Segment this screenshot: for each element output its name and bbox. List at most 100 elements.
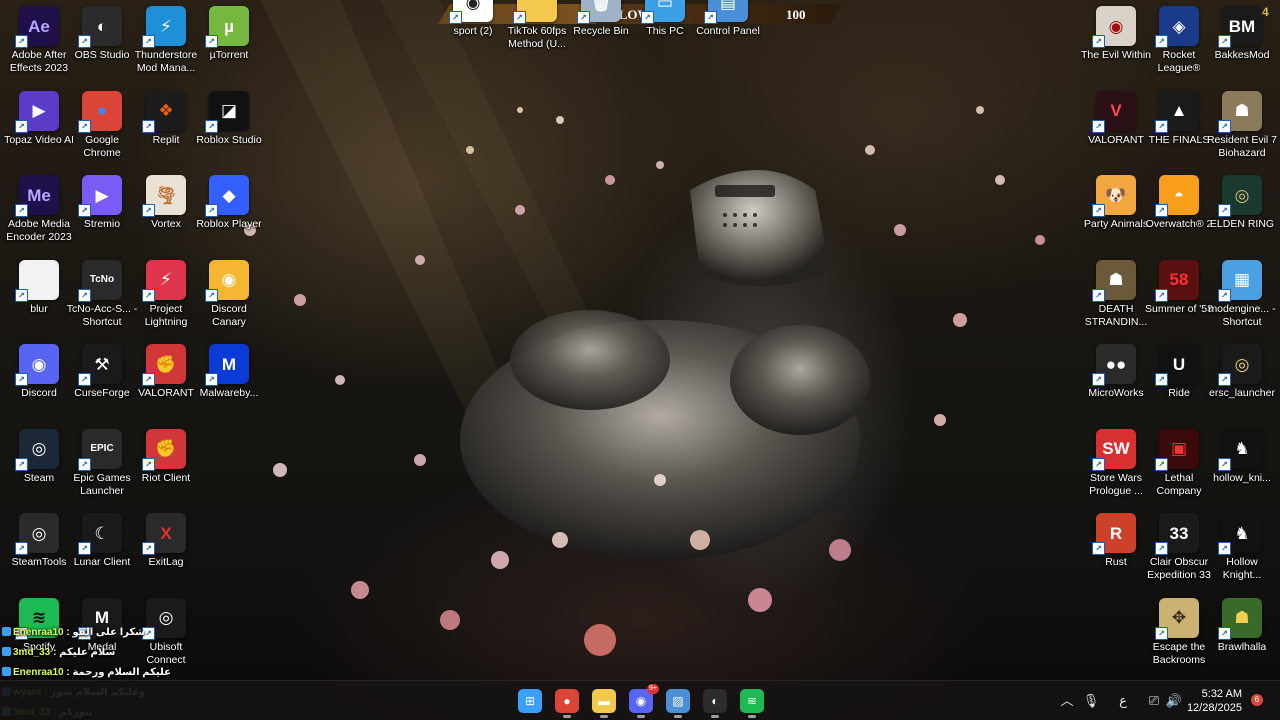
desktop-icon-label: Recycle Bin [573, 25, 629, 37]
valorant-riot-icon: ✊ ↗ [142, 344, 186, 386]
lunar-client-icon: ☾ ↗ [78, 513, 122, 555]
desktop-icon-label: Resident Evil 7 Biohazard [1206, 133, 1278, 159]
utorrent-icon: µ ↗ [205, 6, 249, 48]
this-pc-icon: ▭ ↗ [641, 0, 685, 24]
shortcut-arrow-icon: ↗ [78, 373, 91, 386]
desktop-icon-obs[interactable]: ◐ ↗ OBS Studio [65, 2, 139, 84]
replit-icon: ❖ ↗ [142, 90, 186, 133]
shortcut-arrow-icon: ↗ [142, 457, 155, 471]
desktop-icon-bakkesmod[interactable]: BM ↗ BakkesMod [1205, 2, 1279, 84]
shortcut-arrow-icon: ↗ [1218, 204, 1231, 217]
microworks-icon: ●● ↗ [1092, 344, 1136, 386]
start-button[interactable]: ⊞ [518, 689, 542, 713]
desktop-icon-ersc-launcher[interactable]: ◎ ↗ ersc_launcher [1205, 340, 1279, 422]
chat-message: 3md_33 : سلام عليكم [2, 643, 202, 663]
control-panel-icon: ▤ ↗ [704, 0, 748, 24]
folder-icon: ↗ [513, 0, 557, 24]
steam-icon: ◎ ↗ [15, 428, 59, 471]
language-indicator[interactable]: ع [1113, 691, 1133, 711]
shortcut-arrow-icon: ↗ [15, 288, 28, 302]
roblox-studio-icon: ◪ ↗ [205, 90, 249, 133]
show-hidden-icons-chevron-icon[interactable]: ︿ [1057, 691, 1077, 711]
desktop-icon-label: Riot Client [141, 471, 191, 484]
taskbar: ⊞ ● ▬ ◉ 9+ ▨ ◐ ≋ ︿ 🎙 ع ⎚ 🔊 5:32 AM 12/28/2025 6 [0, 680, 1280, 720]
shortcut-arrow-icon: ↗ [1155, 626, 1168, 640]
desktop-icon-exitlag[interactable]: X ↗ ExitLag [129, 509, 203, 591]
riot-client-icon: ✊ ↗ [142, 428, 186, 471]
desktop-icon-sport-shortcut[interactable]: ◉ ↗ sport (2) [436, 0, 510, 60]
stremio-icon: ▶ ↗ [78, 175, 122, 217]
network-icon[interactable]: ⎚ [1144, 691, 1164, 711]
desktop-icon-control-panel[interactable]: ▤ ↗ Control Panel [691, 0, 765, 60]
desktop-icon-riot-client[interactable]: ✊ ↗ Riot Client [129, 425, 203, 507]
desktop-icon-label: ELDEN RING [1209, 218, 1275, 230]
shortcut-arrow-icon: ↗ [1218, 626, 1231, 640]
elden-ring-icon: ◎ ↗ [1218, 175, 1262, 217]
shortcut-arrow-icon: ↗ [15, 204, 28, 217]
desktop[interactable]: 39 FOLLOWERS 100 4 Ae↗Adobe After Effect… [0, 0, 1280, 720]
desktop-icon-utorrent[interactable]: µ ↗ µTorrent [192, 2, 266, 84]
desktop-icon-curseforge[interactable]: ⚒ ↗ CurseForge [65, 340, 139, 422]
taskbar-photos[interactable]: ▨ [666, 689, 690, 718]
desktop-icon-discord-canary[interactable]: ◉ ↗ Discord Canary [192, 256, 266, 338]
desktop-icon-roblox-player[interactable]: ◆ ↗ Roblox Player [192, 171, 266, 253]
taskbar-spotify[interactable]: ≋ [740, 689, 764, 718]
shortcut-arrow-icon: ↗ [1092, 204, 1105, 217]
desktop-icon-tcno[interactable]: TcNo ↗ TcNo-Acc-S... - Shortcut [65, 256, 139, 338]
system-clock[interactable]: 5:32 AM 12/28/2025 [1186, 687, 1242, 715]
desktop-icon-recycle-bin[interactable]: 🗑 ↗ Recycle Bin [564, 0, 638, 60]
shortcut-arrow-icon: ↗ [15, 542, 28, 555]
desktop-icon-resident-evil[interactable]: ☗ ↗ Resident Evil 7 Biohazard [1205, 87, 1279, 169]
shortcut-arrow-icon: ↗ [1092, 542, 1105, 555]
chat-separator: : [50, 647, 60, 658]
shortcut-arrow-icon: ↗ [78, 457, 91, 471]
chat-username: Enenraa10 [13, 667, 64, 678]
desktop-icon-roblox-studio[interactable]: ◪ ↗ Roblox Studio [192, 87, 266, 169]
taskbar-obs[interactable]: ◐ [703, 689, 727, 718]
shortcut-arrow-icon: ↗ [1218, 457, 1231, 471]
steamtools-icon: ◎ ↗ [15, 513, 59, 555]
desktop-icon-label: µTorrent [209, 49, 249, 61]
desktop-icon-hollow-knight-file[interactable]: ♞ ↗ hollow_kni... [1205, 425, 1279, 507]
chat-username: Enenraa10 [13, 627, 64, 638]
desktop-icon-epic-games[interactable]: EPIC ↗ Epic Games Launcher [65, 425, 139, 507]
notification-badge[interactable]: 6 [1251, 694, 1263, 706]
desktop-icon-hollow-knight[interactable]: ♞ ↗ Hollow Knight... [1205, 509, 1279, 591]
microphone-icon[interactable]: 🎙 [1081, 691, 1101, 711]
curseforge-icon: ⚒ ↗ [78, 344, 122, 386]
shortcut-arrow-icon: ↗ [1155, 373, 1168, 386]
desktop-icon-brawlhalla[interactable]: ☗ ↗ Brawlhalla [1205, 594, 1279, 676]
shortcut-arrow-icon: ↗ [641, 11, 654, 24]
shortcut-arrow-icon: ↗ [513, 11, 526, 24]
shortcut-arrow-icon: ↗ [1155, 542, 1168, 555]
desktop-icon-malwarebytes[interactable]: M ↗ Malwareby... [192, 340, 266, 422]
taskbar-chrome[interactable]: ● [555, 689, 579, 718]
taskbar-file-explorer[interactable]: ▬ [592, 689, 616, 718]
desktop-icon-modengine[interactable]: ▦ ↗ modengine... - Shortcut [1205, 256, 1279, 338]
brawlhalla-icon: ☗ ↗ [1218, 597, 1262, 640]
running-indicator [711, 715, 719, 718]
valorant-icon: V ↗ [1092, 90, 1136, 133]
desktop-icon-label: OBS Studio [74, 49, 130, 61]
desktop-icon-stremio[interactable]: ▶ ↗ Stremio [65, 171, 139, 253]
desktop-icon-label: Stremio [83, 218, 121, 230]
desktop-icon-label: ersc_launcher [1209, 387, 1275, 399]
running-indicator [748, 715, 756, 718]
desktop-icon-folder[interactable]: ↗ TikTok 60fps Method (U... [500, 0, 574, 60]
chrome-icon: ● [563, 694, 571, 708]
shortcut-arrow-icon: ↗ [78, 204, 91, 217]
desktop-icon-chrome[interactable]: ● ↗ Google Chrome [65, 87, 139, 169]
shortcut-arrow-icon: ↗ [1218, 373, 1231, 386]
shortcut-arrow-icon: ↗ [78, 542, 91, 555]
desktop-icon-elden-ring[interactable]: ◎ ↗ ELDEN RING [1205, 171, 1279, 253]
volume-icon[interactable]: 🔊 [1164, 691, 1184, 711]
taskbar-discord[interactable]: ◉ 9+ [629, 684, 659, 718]
desktop-icon-lunar-client[interactable]: ☾ ↗ Lunar Client [65, 509, 139, 591]
discord-icon: ◉ [635, 694, 647, 708]
resident-evil-icon: ☗ ↗ [1218, 90, 1262, 133]
chat-platform-icon [2, 667, 11, 676]
desktop-icon-label: BakkesMod [1214, 49, 1270, 61]
shortcut-arrow-icon: ↗ [1155, 288, 1168, 302]
malwarebytes-icon: M ↗ [205, 344, 249, 386]
shortcut-arrow-icon: ↗ [142, 542, 155, 555]
